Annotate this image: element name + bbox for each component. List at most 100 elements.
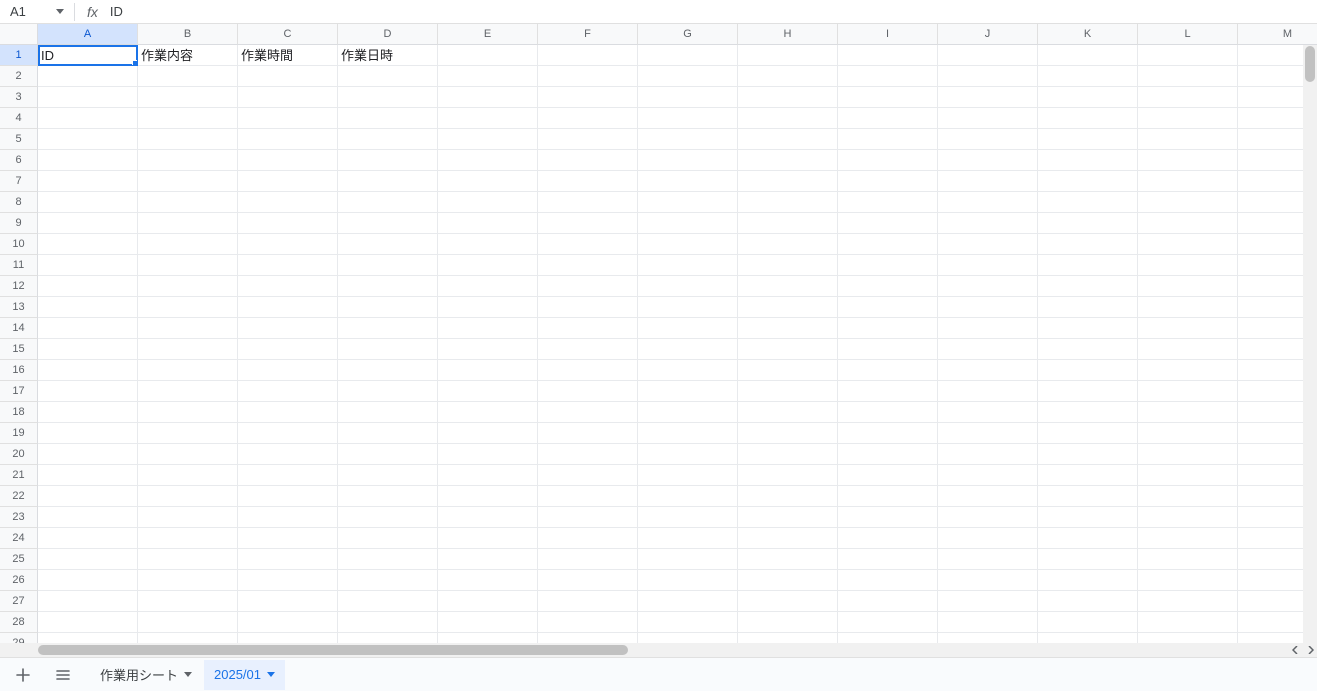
cell[interactable] [438, 255, 538, 276]
cell[interactable] [838, 213, 938, 234]
cell[interactable] [338, 192, 438, 213]
row-header[interactable]: 27 [0, 591, 38, 612]
cell[interactable] [838, 633, 938, 643]
cell[interactable] [638, 339, 738, 360]
cell[interactable] [738, 192, 838, 213]
cell[interactable] [538, 339, 638, 360]
cell[interactable] [738, 45, 838, 66]
cell[interactable] [38, 444, 138, 465]
cell[interactable] [938, 444, 1038, 465]
cell[interactable] [638, 612, 738, 633]
cell[interactable] [938, 465, 1038, 486]
cell[interactable] [638, 255, 738, 276]
cell[interactable] [638, 507, 738, 528]
cell[interactable] [38, 507, 138, 528]
cell[interactable] [938, 66, 1038, 87]
cell[interactable] [1038, 528, 1138, 549]
row-header[interactable]: 22 [0, 486, 38, 507]
cell[interactable] [1138, 444, 1238, 465]
row-header[interactable]: 1 [0, 45, 38, 66]
cell[interactable] [438, 213, 538, 234]
cell[interactable] [238, 171, 338, 192]
cell[interactable] [938, 234, 1038, 255]
cell[interactable] [1038, 549, 1138, 570]
cell[interactable] [938, 612, 1038, 633]
cell[interactable] [1038, 276, 1138, 297]
row-header[interactable]: 13 [0, 297, 38, 318]
cell[interactable] [238, 486, 338, 507]
cell[interactable] [538, 465, 638, 486]
cell[interactable] [138, 423, 238, 444]
cell[interactable] [38, 150, 138, 171]
column-header[interactable]: A [38, 24, 138, 45]
cell[interactable] [138, 591, 238, 612]
cell[interactable] [1138, 171, 1238, 192]
cell[interactable] [838, 528, 938, 549]
cell[interactable] [1038, 108, 1138, 129]
cell[interactable] [338, 528, 438, 549]
cell[interactable]: ID [38, 45, 138, 66]
cell[interactable] [138, 255, 238, 276]
cell[interactable] [738, 87, 838, 108]
cell[interactable] [138, 528, 238, 549]
cell[interactable] [1138, 192, 1238, 213]
cell[interactable] [838, 192, 938, 213]
cell[interactable] [1138, 381, 1238, 402]
cell[interactable] [938, 318, 1038, 339]
row-header[interactable]: 14 [0, 318, 38, 339]
cell[interactable] [938, 213, 1038, 234]
cell[interactable] [938, 108, 1038, 129]
cell[interactable] [38, 486, 138, 507]
cell[interactable] [338, 360, 438, 381]
cell[interactable] [638, 402, 738, 423]
cell[interactable] [838, 612, 938, 633]
cell[interactable] [238, 192, 338, 213]
cell[interactable] [438, 612, 538, 633]
cell[interactable] [1038, 318, 1138, 339]
cell[interactable] [438, 129, 538, 150]
row-header[interactable]: 23 [0, 507, 38, 528]
cell[interactable] [638, 486, 738, 507]
cell[interactable] [138, 339, 238, 360]
sheet-tab-active[interactable]: 2025/01 [204, 660, 285, 690]
cell[interactable] [138, 171, 238, 192]
cell[interactable] [238, 213, 338, 234]
column-header[interactable]: G [638, 24, 738, 45]
cell[interactable] [338, 381, 438, 402]
cell[interactable] [1038, 129, 1138, 150]
cell[interactable] [938, 255, 1038, 276]
cell[interactable] [438, 486, 538, 507]
cell[interactable] [238, 570, 338, 591]
cell[interactable] [838, 507, 938, 528]
cell[interactable] [1038, 402, 1138, 423]
cell[interactable] [438, 507, 538, 528]
row-header[interactable]: 10 [0, 234, 38, 255]
column-header[interactable]: F [538, 24, 638, 45]
cell[interactable] [1038, 486, 1138, 507]
cell[interactable] [838, 255, 938, 276]
cell[interactable] [138, 465, 238, 486]
cell[interactable] [638, 318, 738, 339]
cell[interactable] [338, 549, 438, 570]
cell[interactable] [438, 318, 538, 339]
cell[interactable] [138, 234, 238, 255]
cell[interactable] [938, 150, 1038, 171]
cell[interactable] [338, 276, 438, 297]
vertical-scrollbar[interactable] [1303, 24, 1317, 643]
row-header[interactable]: 9 [0, 213, 38, 234]
cell[interactable] [338, 633, 438, 643]
cell[interactable] [1138, 360, 1238, 381]
spreadsheet-grid[interactable]: ABCDEFGHIJKLM1ID作業内容作業時間作業日時234567891011… [0, 24, 1317, 643]
cell[interactable] [1038, 507, 1138, 528]
cell[interactable] [438, 108, 538, 129]
cell[interactable]: 作業時間 [238, 45, 338, 66]
cell[interactable] [638, 150, 738, 171]
cell[interactable] [738, 318, 838, 339]
cell[interactable] [838, 549, 938, 570]
cell[interactable] [238, 465, 338, 486]
cell[interactable] [838, 171, 938, 192]
cell[interactable] [238, 444, 338, 465]
cell[interactable] [38, 339, 138, 360]
cell[interactable] [638, 381, 738, 402]
scrollbar-thumb[interactable] [38, 645, 628, 655]
